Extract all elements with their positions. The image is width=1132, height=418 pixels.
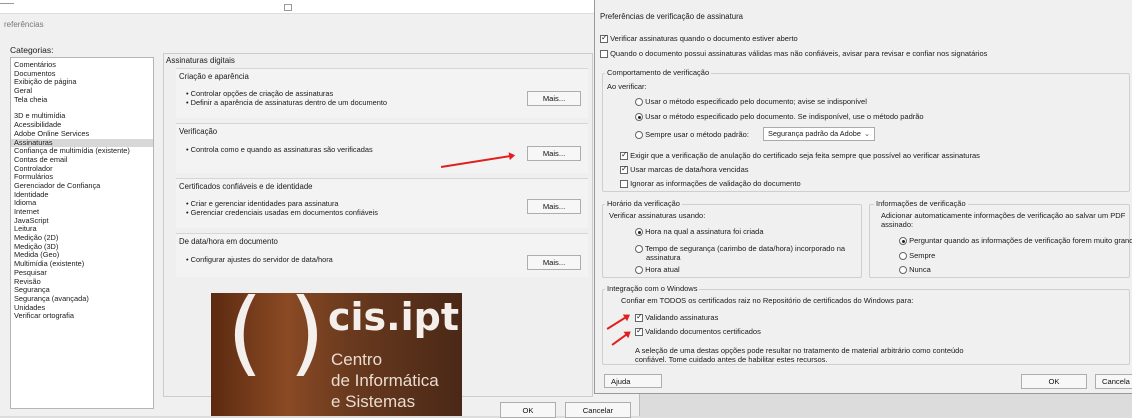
- radio-icon[interactable]: [635, 131, 643, 140]
- check-untrusted-row[interactable]: Quando o documento possui assinaturas vá…: [600, 49, 988, 59]
- windows-group-label: Integração com o Windows: [605, 284, 700, 293]
- time-group-label: Horário da verificação: [605, 199, 682, 208]
- verify-using-label: Verificar assinaturas usando:: [609, 211, 706, 220]
- radio-always-label: Sempre: [909, 251, 936, 260]
- check-validate-signatures-row[interactable]: Validando assinaturas: [635, 312, 719, 323]
- radio-method-default-row[interactable]: Usar o método especificado pelo document…: [635, 112, 924, 122]
- radio-creation-time-label: Hora na qual a assinatura foi criada: [645, 227, 764, 236]
- radio-icon[interactable]: [635, 245, 643, 254]
- panel-title: Assinaturas digitais: [166, 56, 235, 65]
- section-creation-title: Criação e aparência: [179, 72, 249, 81]
- radio-secure-time-label: Tempo de segurança (carimbo de data/hora…: [644, 244, 846, 253]
- default-method-select[interactable]: Segurança padrão da Adobe ⌄: [763, 127, 875, 141]
- check-ignore-label: Ignorar as informações de validação do d…: [630, 179, 801, 188]
- radio-creation-time-row[interactable]: Hora na qual a assinatura foi criada: [635, 227, 764, 237]
- certificates-more-button[interactable]: Mais...: [527, 199, 581, 214]
- help-button[interactable]: Ajuda: [604, 374, 662, 388]
- radio-method-default-label: Usar o método especificado pelo document…: [645, 112, 924, 121]
- category-item[interactable]: Tela cheia: [11, 95, 153, 105]
- check-untrusted-label: Quando o documento possui assinaturas vá…: [610, 49, 988, 58]
- dialog-cancel-button[interactable]: Cancela: [1095, 374, 1132, 389]
- checkbox-icon[interactable]: [635, 312, 643, 323]
- section-certificates-title: Certificados confiáveis e de identidade: [179, 182, 313, 191]
- check-verify-open-row[interactable]: Verificar assinaturas quando o documento…: [600, 33, 798, 44]
- dialog-ok-button[interactable]: OK: [1021, 374, 1087, 389]
- default-method-value: Segurança padrão da Adobe: [768, 129, 861, 138]
- when-verifying-label: Ao verificar:: [607, 82, 647, 91]
- checkbox-icon[interactable]: [620, 150, 628, 161]
- check-validate-signatures-label: Validando assinaturas: [645, 313, 719, 322]
- info-desc-cont: assinado:: [881, 220, 914, 229]
- window-top-strip: [0, 0, 640, 14]
- radio-current-time-row[interactable]: Hora atual: [635, 265, 680, 275]
- section-timestamp-bullet: • Configurar ajustes do servidor de data…: [186, 255, 333, 264]
- radio-icon[interactable]: [899, 266, 907, 275]
- verification-more-button[interactable]: Mais...: [527, 146, 581, 161]
- radio-icon[interactable]: [635, 98, 643, 107]
- check-validate-certified-row[interactable]: Validando documentos certificados: [635, 326, 761, 337]
- section-timestamp-title: De data/hora em documento: [179, 237, 278, 246]
- radio-never-label: Nunca: [909, 265, 931, 274]
- radio-always-default-label: Sempre usar o método padrão:: [645, 130, 749, 139]
- radio-icon[interactable]: [899, 237, 907, 246]
- section-verification-bullet: • Controla como e quando as assinaturas …: [186, 145, 373, 154]
- radio-ask-row[interactable]: Perguntar quando as informações de verif…: [899, 236, 1132, 246]
- radio-ask-label: Perguntar quando as informações de verif…: [909, 236, 1132, 245]
- trust-windows-label: Confiar em TODOS os certificados raiz no…: [621, 296, 914, 305]
- radio-secure-time-label-cont: assinatura: [646, 253, 681, 262]
- checkbox-icon[interactable]: [620, 180, 628, 189]
- radio-icon[interactable]: [635, 266, 643, 275]
- radio-icon[interactable]: [899, 252, 907, 261]
- warning-note-cont: confiável. Tome cuidado antes de habilit…: [635, 355, 828, 364]
- category-item[interactable]: Verificar ortografia: [11, 312, 153, 321]
- chevron-down-icon: ⌄: [863, 129, 870, 138]
- checkbox-icon[interactable]: [600, 33, 608, 44]
- timestamp-more-button[interactable]: Mais...: [527, 255, 581, 270]
- check-expired-label: Usar marcas de data/hora vencidas: [630, 165, 749, 174]
- preferences-window: referências Categorias: Comentários Docum…: [0, 0, 640, 418]
- info-group-label: Informações de verificação: [874, 199, 968, 208]
- check-validate-certified-label: Validando documentos certificados: [645, 327, 761, 336]
- category-item[interactable]: Exibição de página: [11, 78, 153, 87]
- radio-icon[interactable]: [635, 228, 643, 237]
- window-title: referências: [4, 20, 44, 29]
- logo-line: de Informática: [331, 371, 439, 390]
- maximize-icon[interactable]: [284, 4, 292, 11]
- logo-line: Centro: [331, 350, 383, 369]
- check-ignore-row[interactable]: Ignorar as informações de validação do d…: [620, 179, 801, 189]
- radio-method-warn-label: Usar o método especificado pelo document…: [645, 97, 867, 106]
- radio-never-row[interactable]: Nunca: [899, 265, 931, 275]
- dialog-title: Preferências de verificação de assinatur…: [600, 12, 744, 21]
- checkbox-icon[interactable]: [620, 164, 628, 175]
- check-verify-open-label: Verificar assinaturas quando o documento…: [610, 34, 798, 43]
- section-creation-bullet: • Definir a aparência de assinaturas den…: [186, 98, 388, 107]
- check-revocation-label: Exigir que a verificação de anulação do …: [630, 151, 980, 160]
- check-revocation-row[interactable]: Exigir que a verificação de anulação do …: [620, 150, 980, 161]
- minimize-icon[interactable]: [0, 3, 14, 6]
- section-verification-title: Verificação: [179, 127, 218, 136]
- radio-secure-time-row[interactable]: Tempo de segurança (carimbo de data/hora…: [635, 244, 846, 254]
- checkbox-icon[interactable]: [600, 50, 608, 59]
- radio-current-time-label: Hora atual: [645, 265, 680, 274]
- radio-always-row[interactable]: Sempre: [899, 251, 936, 261]
- cis-ipt-logo: ( ) cis.ipt Centro de Informática e Sist…: [211, 293, 462, 416]
- categories-list[interactable]: Comentários Documentos Exibição de página G…: [10, 57, 154, 409]
- warning-note: A seleção de uma destas opções pode resu…: [635, 346, 964, 355]
- logo-line: e Sistemas: [331, 392, 416, 411]
- radio-always-default-row[interactable]: Sempre usar o método padrão:: [635, 130, 749, 140]
- section-certificates-bullet: • Gerenciar credenciais usadas em docume…: [186, 208, 378, 217]
- section-creation-bullet: • Controlar opções de criação de assinat…: [186, 89, 334, 98]
- checkbox-icon[interactable]: [635, 326, 643, 337]
- info-desc: Adicionar automaticamente informações de…: [881, 211, 1126, 220]
- section-certificates-bullet: • Criar e gerenciar identidades para ass…: [186, 199, 339, 208]
- verification-preferences-dialog: Preferências de verificação de assinatur…: [594, 0, 1132, 394]
- categories-label: Categorias:: [10, 45, 54, 55]
- creation-more-button[interactable]: Mais...: [527, 91, 581, 106]
- behavior-group-label: Comportamento de verificação: [605, 68, 712, 77]
- logo-brand: cis.ipt: [328, 295, 459, 339]
- check-expired-row[interactable]: Usar marcas de data/hora vencidas: [620, 164, 749, 175]
- radio-method-warn-row[interactable]: Usar o método especificado pelo document…: [635, 97, 867, 107]
- radio-icon[interactable]: [635, 113, 643, 122]
